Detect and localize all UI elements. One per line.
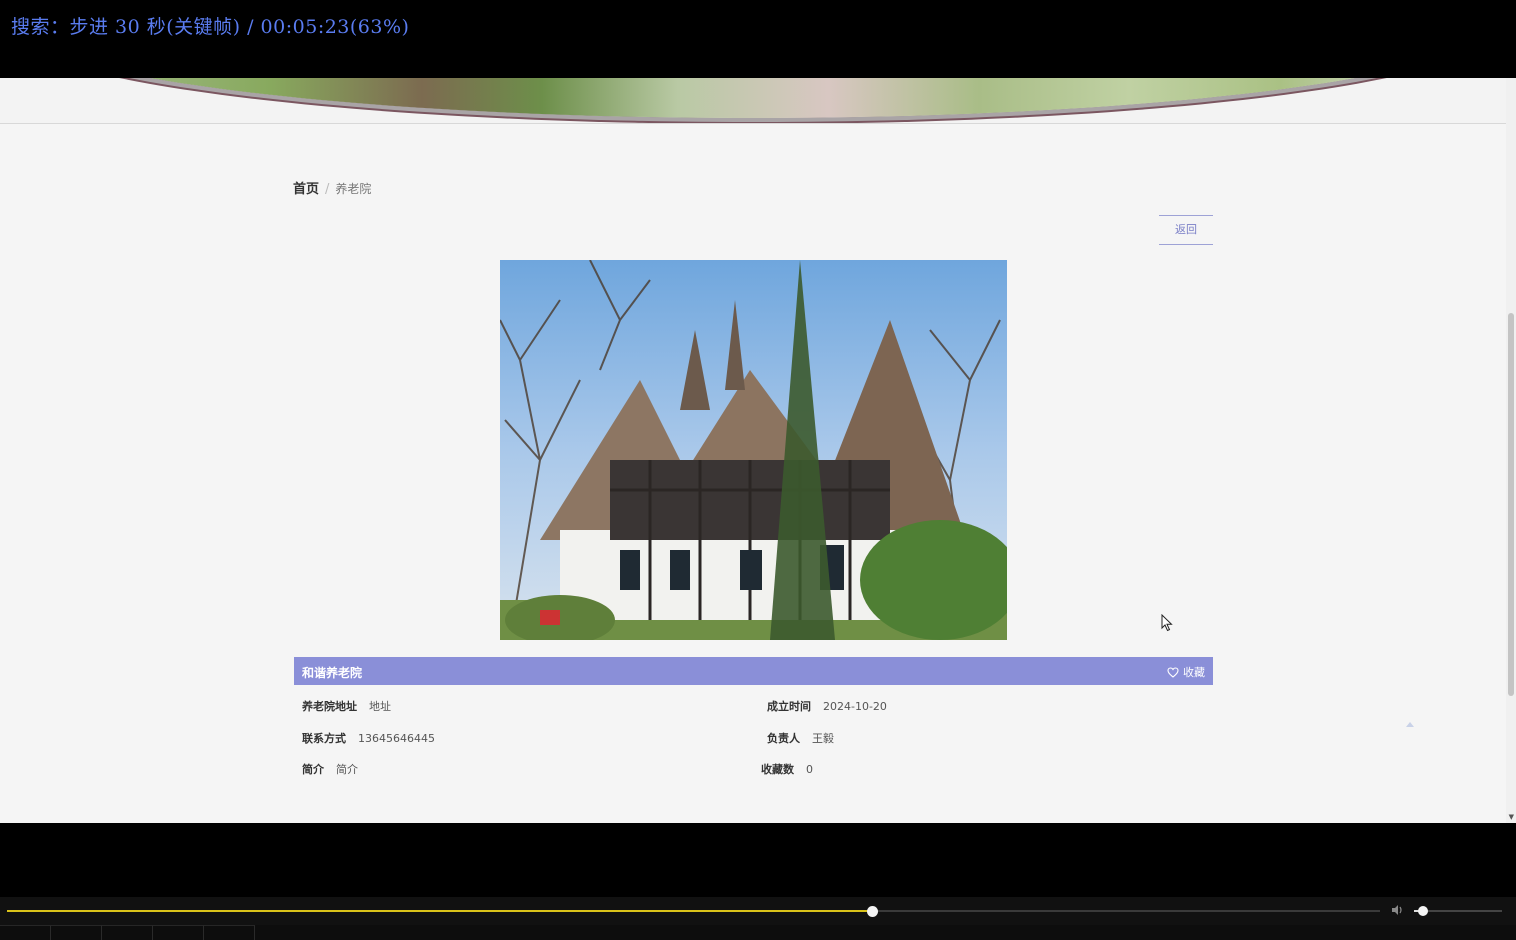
control-button[interactable] <box>204 925 255 940</box>
nursing-home-photo <box>500 260 1007 640</box>
field-manager: 负责人 王毅 <box>767 730 834 746</box>
house-illustration <box>500 260 1007 640</box>
back-button[interactable]: 返回 <box>1159 215 1213 245</box>
field-value: 简介 <box>336 763 358 776</box>
seek-bar-progress <box>7 910 872 912</box>
seek-bar-area <box>0 897 1516 925</box>
field-value: 13645646445 <box>358 732 435 745</box>
breadcrumb-home[interactable]: 首页 <box>293 182 319 197</box>
field-favorite-count: 收藏数 0 <box>761 761 813 777</box>
volume-handle[interactable] <box>1417 906 1428 916</box>
seek-bar[interactable] <box>7 906 1380 917</box>
arrow-up-icon[interactable] <box>1406 722 1414 727</box>
field-label: 养老院地址 <box>302 700 357 713</box>
player-control-bar <box>0 925 1516 940</box>
field-label: 简介 <box>302 763 324 776</box>
favorite-button[interactable]: 收藏 <box>1167 664 1205 680</box>
nursing-home-name: 和谐养老院 <box>302 666 363 680</box>
scroll-down-icon[interactable]: ▼ <box>1509 813 1514 821</box>
field-label: 成立时间 <box>767 700 811 713</box>
osd-seek-message: 搜索：步进 30 秒(关键帧) / 00:05:23(63%) <box>11 16 410 38</box>
page-scrollbar[interactable]: ▼ <box>1506 78 1516 823</box>
field-value: 地址 <box>369 700 391 713</box>
video-player: 搜索：步进 30 秒(关键帧) / 00:05:23(63%) 首页 / 养老院 返… <box>0 0 1516 940</box>
breadcrumb-separator: / <box>325 182 330 197</box>
field-label: 收藏数 <box>761 763 794 776</box>
field-value: 2024-10-20 <box>823 700 887 713</box>
header-banner <box>0 78 1506 124</box>
banner-divider <box>0 123 1506 124</box>
control-button[interactable] <box>153 925 204 940</box>
field-label: 负责人 <box>767 732 800 745</box>
field-label: 联系方式 <box>302 732 346 745</box>
field-intro: 简介 简介 <box>302 761 358 777</box>
mouse-pointer-icon <box>1161 614 1173 632</box>
breadcrumb: 首页 / 养老院 <box>293 178 371 197</box>
field-value: 王毅 <box>812 732 834 745</box>
control-button[interactable] <box>102 925 153 940</box>
seek-bar-handle[interactable] <box>866 906 878 917</box>
breadcrumb-current: 养老院 <box>335 182 372 196</box>
field-address: 养老院地址 地址 <box>302 698 391 714</box>
favorite-label: 收藏 <box>1183 666 1205 679</box>
field-founded-date: 成立时间 2024-10-20 <box>767 698 887 714</box>
heart-outline-icon <box>1167 666 1179 678</box>
banner-image <box>0 78 1506 118</box>
nursing-home-title-bar: 和谐养老院 收藏 <box>294 657 1213 685</box>
volume-slider[interactable] <box>1414 906 1502 916</box>
control-button[interactable] <box>51 925 102 940</box>
speaker-icon[interactable] <box>1391 904 1405 919</box>
field-value: 0 <box>806 763 813 776</box>
control-button[interactable] <box>0 925 51 940</box>
scrollbar-thumb[interactable] <box>1508 313 1514 696</box>
field-contact: 联系方式 13645646445 <box>302 730 435 746</box>
web-page-frame: 首页 / 养老院 返回 和谐养老院 收藏 养老院地址 地址 成立时间 2024-… <box>0 78 1516 823</box>
